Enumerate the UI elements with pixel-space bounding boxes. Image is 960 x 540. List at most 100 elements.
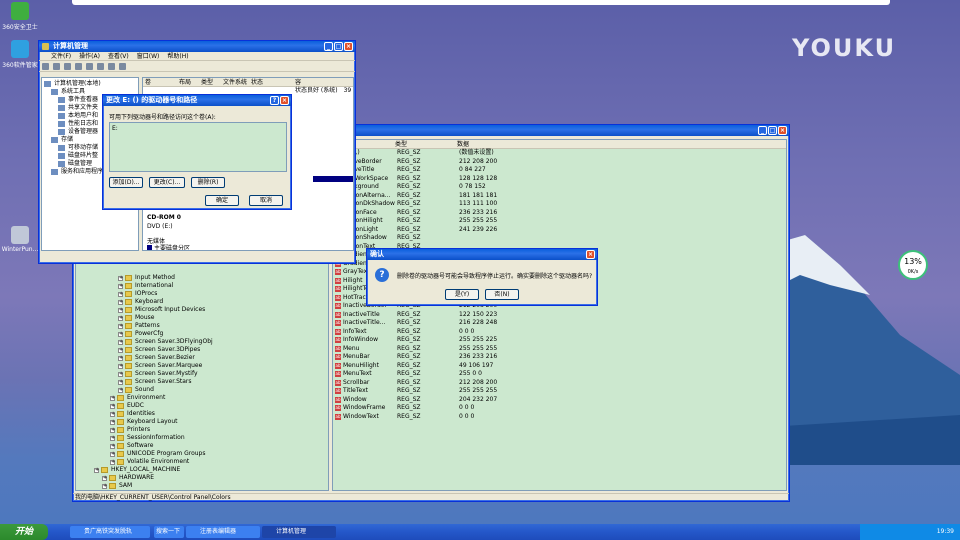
clock[interactable]: 19:39 — [937, 528, 954, 535]
reg-key[interactable]: + PowerCfg — [118, 330, 213, 338]
desktop-icon-winterpun[interactable]: WinterPun... — [0, 226, 40, 253]
close-icon[interactable]: × — [344, 42, 353, 51]
expand-icon[interactable]: + — [118, 299, 123, 305]
expand-icon[interactable]: + — [110, 403, 115, 409]
menu-view[interactable]: 查看(V) — [108, 52, 129, 60]
col-status[interactable]: 状态 — [251, 78, 295, 86]
col-volume[interactable]: 卷 — [143, 78, 179, 86]
expand-icon[interactable]: + — [110, 435, 115, 441]
reg-value-row[interactable]: ab MenuText REG_SZ 255 0 0 — [335, 370, 786, 379]
change-drive-dialog[interactable]: 更改 E: () 的驱动器号和路径 ? × 可用下列驱动器号和路径访问这个卷(A… — [102, 94, 292, 210]
expand-icon[interactable]: + — [118, 387, 123, 393]
expand-icon[interactable]: + — [110, 459, 115, 465]
expand-icon[interactable]: + — [118, 323, 123, 329]
reg-key[interactable]: + UNICODE Program Groups — [110, 450, 213, 458]
task-regedit[interactable]: 注册表编辑器 — [186, 526, 260, 538]
reg-value-row[interactable]: abButtonDkShadowREG_SZ113 111 100 — [335, 200, 786, 209]
expand-icon[interactable]: + — [102, 475, 107, 481]
tree-item[interactable]: 计算机管理(本地) — [44, 80, 136, 88]
yes-button[interactable]: 是(Y) — [445, 289, 479, 300]
expand-icon[interactable]: + — [102, 483, 107, 489]
reg-value-row[interactable]: ab Scrollbar REG_SZ 212 208 200 — [335, 379, 786, 388]
reg-value-row[interactable]: abButtonLightREG_SZ241 239 226 — [335, 226, 786, 235]
expand-icon[interactable]: + — [118, 371, 123, 377]
dialog-titlebar[interactable]: 更改 E: () 的驱动器号和路径 ? × — [103, 95, 291, 106]
menu-action[interactable]: 操作(A) — [79, 52, 100, 60]
reg-value-row[interactable]: abButtonHilightREG_SZ255 255 255 — [335, 217, 786, 226]
menu-window[interactable]: 窗口(W) — [137, 52, 160, 60]
col-filesystem[interactable]: 文件系统 — [223, 78, 251, 86]
reg-key[interactable]: + Screen Saver.3DFlyingObj — [118, 338, 213, 346]
reg-key[interactable]: + Software — [110, 442, 213, 450]
expand-icon[interactable]: + — [110, 395, 115, 401]
reg-value-row[interactable]: ab(默认)REG_SZ(数值未设置) — [335, 149, 786, 158]
confirm-dialog[interactable]: 确认 × ? 删除卷的驱动器号可能会导致程序停止运行。确实要删除这个驱动器名吗?… — [366, 248, 598, 306]
expand-icon[interactable]: + — [110, 443, 115, 449]
reg-value-row[interactable]: ab TitleText REG_SZ 255 255 255 — [335, 387, 786, 396]
reg-value-row[interactable]: abActiveTitleREG_SZ0 84 227 — [335, 166, 786, 175]
reg-value-row[interactable]: ab MenuBar REG_SZ 236 233 216 — [335, 353, 786, 362]
export-icon[interactable] — [108, 63, 115, 70]
reg-key[interactable]: + Keyboard Layout — [110, 418, 213, 426]
drive-path-item[interactable]: E: — [110, 123, 286, 134]
reg-key[interactable]: + Printers — [110, 426, 213, 434]
reg-key[interactable]: + Screen Saver.Marquee — [118, 362, 213, 370]
reg-key[interactable]: + SessionInformation — [110, 434, 213, 442]
reg-value-row[interactable]: abAppWorkSpaceREG_SZ128 128 128 — [335, 175, 786, 184]
add-button[interactable]: 添加(D)... — [109, 177, 143, 188]
col-data[interactable]: 数据 — [457, 140, 557, 148]
ok-button[interactable]: 确定 — [205, 195, 239, 206]
reg-key[interactable]: + HKEY_LOCAL_MACHINE — [94, 466, 213, 474]
reg-value-row[interactable]: ab WindowFrame REG_SZ 0 0 0 — [335, 404, 786, 413]
expand-icon[interactable]: + — [94, 467, 99, 473]
reg-key[interactable]: + Screen Saver.Bezier — [118, 354, 213, 362]
reg-key[interactable]: + Input Method — [118, 274, 213, 282]
reg-key[interactable]: + Screen Saver.Mystify — [118, 370, 213, 378]
expand-icon[interactable]: + — [118, 307, 123, 313]
up-icon[interactable] — [64, 63, 71, 70]
remove-button[interactable]: 删除(R) — [191, 177, 225, 188]
reg-key[interactable]: + Identities — [110, 410, 213, 418]
reg-value-row[interactable]: ab MenuHilight REG_SZ 49 106 197 — [335, 362, 786, 371]
reg-value-row[interactable]: ab InactiveTitle REG_SZ 122 150 223 — [335, 311, 786, 320]
reg-key[interactable]: + EUDC — [110, 402, 213, 410]
reg-value-row[interactable]: ab InfoWindow REG_SZ 255 255 225 — [335, 336, 786, 345]
reg-key[interactable]: + Mouse — [118, 314, 213, 322]
reg-key[interactable]: + Screen Saver.Stars — [118, 378, 213, 386]
task-search[interactable]: 搜索一下 — [154, 526, 184, 538]
col-type[interactable]: 类型 — [395, 140, 457, 148]
change-button[interactable]: 更改(C)... — [149, 177, 185, 188]
reg-key[interactable]: + Volatile Environment — [110, 458, 213, 466]
reg-key[interactable]: + Patterns — [118, 322, 213, 330]
reg-value-row[interactable]: ab InfoText REG_SZ 0 0 0 — [335, 328, 786, 337]
confirm-titlebar[interactable]: 确认 × — [367, 249, 597, 260]
console-icon[interactable] — [75, 63, 82, 70]
menu-help[interactable]: 帮助(H) — [167, 52, 188, 60]
drive-path-list[interactable]: E: — [109, 122, 287, 172]
col-capacity[interactable]: 容 — [295, 78, 305, 86]
reg-value-row[interactable]: ab InactiveTitle... REG_SZ 216 228 248 — [335, 319, 786, 328]
reg-key[interactable]: + Environment — [110, 394, 213, 402]
expand-icon[interactable]: + — [118, 331, 123, 337]
expand-icon[interactable]: + — [118, 347, 123, 353]
reg-key[interactable]: + HARDWARE — [102, 474, 213, 482]
start-button[interactable]: 开始 — [0, 524, 48, 540]
refresh-icon[interactable] — [97, 63, 104, 70]
expand-icon[interactable]: + — [110, 427, 115, 433]
maximize-icon[interactable]: □ — [334, 42, 343, 51]
expand-icon[interactable]: + — [118, 315, 123, 321]
reg-value-row[interactable]: abButtonShadowREG_SZ — [335, 234, 786, 243]
task-browser[interactable]: 贵广高铁突发脱轨 — [70, 526, 150, 538]
reg-key[interactable]: + Keyboard — [118, 298, 213, 306]
reg-key[interactable]: + SAM — [102, 482, 213, 490]
reg-key[interactable]: + Screen Saver.3DPipes — [118, 346, 213, 354]
network-progress-widget[interactable]: 13% 0K/s — [898, 250, 928, 280]
help-icon[interactable]: ? — [270, 96, 279, 105]
expand-icon[interactable]: + — [118, 291, 123, 297]
reg-key[interactable]: + Microsoft Input Devices — [118, 306, 213, 314]
maximize-icon[interactable]: □ — [768, 126, 777, 135]
no-button[interactable]: 否(N) — [485, 289, 519, 300]
expand-icon[interactable]: + — [110, 411, 115, 417]
close-icon[interactable]: × — [280, 96, 289, 105]
regedit-values[interactable]: 名称 类型 数据 ab(默认)REG_SZ(数值未设置)abActiveBord… — [332, 139, 787, 491]
